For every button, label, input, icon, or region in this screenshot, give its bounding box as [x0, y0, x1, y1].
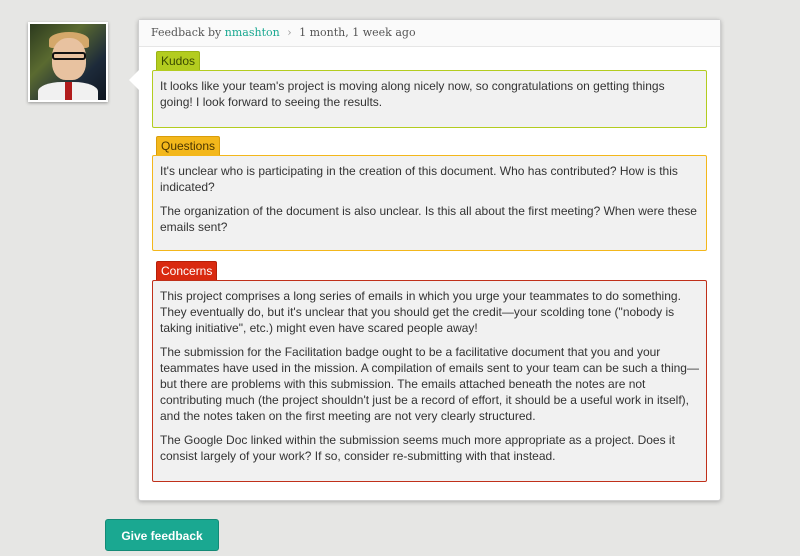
feedback-card: Feedback by nmashton › 1 month, 1 week a…	[129, 19, 721, 501]
kudos-tag: Kudos	[156, 51, 201, 70]
concerns-text-2: The submission for the Facilitation badg…	[160, 345, 699, 423]
questions-label: Questions	[161, 139, 216, 153]
kudos-text: It looks like your team's project is mov…	[160, 79, 665, 109]
concerns-box: This project comprises a long series of …	[152, 280, 707, 482]
kudos-label: Kudos	[161, 54, 196, 68]
questions-text-1: It's unclear who is participating in the…	[160, 164, 678, 194]
concerns-section: Concerns This project comprises a long s…	[152, 261, 707, 482]
give-feedback-button[interactable]: Give feedback	[105, 519, 219, 551]
feedback-header: Feedback by nmashton › 1 month, 1 week a…	[139, 20, 720, 47]
questions-section: Questions It's unclear who is participat…	[152, 136, 707, 251]
questions-text-2: The organization of the document is also…	[160, 204, 697, 234]
concerns-text-1: This project comprises a long series of …	[160, 289, 681, 335]
breadcrumb-separator-icon: ›	[287, 26, 292, 39]
questions-tag: Questions	[156, 136, 221, 155]
kudos-section: Kudos It looks like your team's project …	[152, 51, 707, 128]
avatar-tie	[65, 82, 72, 100]
concerns-label: Concerns	[161, 264, 213, 278]
feedback-by-label: Feedback by	[151, 26, 222, 39]
questions-box: It's unclear who is participating in the…	[152, 155, 707, 251]
feedback-timestamp: 1 month, 1 week ago	[299, 26, 416, 39]
concerns-tag: Concerns	[156, 261, 218, 280]
user-avatar[interactable]	[28, 22, 108, 102]
card-pointer-arrow	[129, 70, 139, 90]
avatar-glasses	[52, 52, 86, 60]
kudos-box: It looks like your team's project is mov…	[152, 70, 707, 128]
concerns-text-3: The Google Doc linked within the submiss…	[160, 433, 675, 463]
username-link[interactable]: nmashton	[225, 26, 280, 39]
